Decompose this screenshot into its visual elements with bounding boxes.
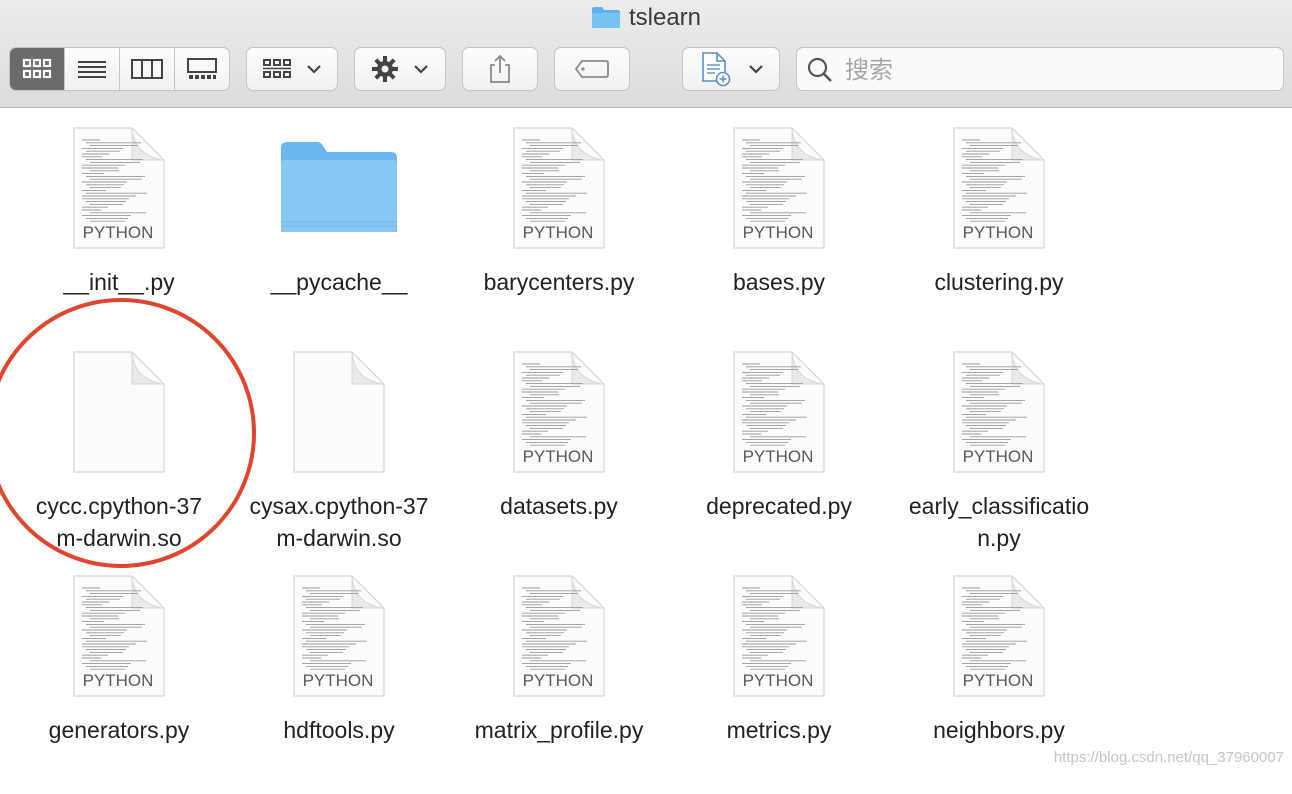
new-document-icon bbox=[702, 52, 731, 87]
file-name-label: datasets.py bbox=[500, 493, 618, 519]
icon-view-icon bbox=[22, 58, 52, 79]
tag-icon bbox=[574, 60, 609, 78]
file-kind-label: PYTHON bbox=[523, 447, 594, 466]
file-kind-label: PYTHON bbox=[743, 223, 814, 242]
icon-view-button[interactable] bbox=[10, 48, 65, 90]
file-kind-label: PYTHON bbox=[743, 447, 814, 466]
file-kind-label: PYTHON bbox=[963, 223, 1034, 242]
file-item[interactable]: PYTHON metrics.py bbox=[669, 574, 889, 794]
file-name-line: n.py bbox=[977, 525, 1021, 551]
file-item[interactable]: PYTHON matrix_profile.py bbox=[449, 574, 669, 794]
file-name-label: matrix_profile.py bbox=[474, 717, 644, 743]
chevron-down-icon bbox=[307, 65, 321, 74]
file-name-label: clustering.py bbox=[934, 269, 1064, 295]
file-name-line: m-darwin.so bbox=[276, 525, 402, 551]
python-file-icon: PYTHON bbox=[512, 350, 606, 479]
file-item[interactable]: __pycache__ bbox=[229, 126, 449, 346]
share-button[interactable] bbox=[462, 47, 538, 91]
column-view-button[interactable] bbox=[120, 48, 175, 90]
file-item[interactable]: PYTHON bases.py bbox=[669, 126, 889, 346]
group-by-button[interactable] bbox=[246, 47, 338, 91]
window-title: tslearn bbox=[0, 4, 1292, 36]
file-name-label: early_classificatio n.py bbox=[889, 490, 1109, 554]
file-name-line: cysax.cpython-37 bbox=[249, 493, 429, 519]
file-kind-label: PYTHON bbox=[963, 671, 1034, 690]
new-document-button[interactable] bbox=[682, 47, 780, 91]
column-view-icon bbox=[131, 59, 163, 79]
python-file-icon: PYTHON bbox=[512, 574, 606, 703]
file-item[interactable]: cysax.cpython-37 m-darwin.so bbox=[229, 350, 449, 570]
python-file-icon: PYTHON bbox=[952, 574, 1046, 703]
file-name-label: deprecated.py bbox=[706, 493, 852, 519]
finder-toolbar: tslearn bbox=[0, 0, 1292, 108]
python-file-icon: PYTHON bbox=[72, 574, 166, 703]
list-view-icon bbox=[78, 61, 106, 78]
chevron-down-icon bbox=[414, 65, 428, 74]
window-title-text: tslearn bbox=[628, 4, 702, 31]
file-kind-label: PYTHON bbox=[743, 671, 814, 690]
file-name-label: hdftools.py bbox=[283, 717, 395, 743]
file-kind-label: PYTHON bbox=[83, 223, 154, 242]
file-name-label: __pycache__ bbox=[270, 269, 408, 295]
python-file-icon: PYTHON bbox=[732, 574, 826, 703]
view-mode-segmented-control[interactable] bbox=[9, 47, 230, 91]
list-view-button[interactable] bbox=[65, 48, 120, 90]
folder-icon bbox=[591, 5, 621, 36]
python-file-icon: PYTHON bbox=[512, 126, 606, 255]
blank-file-icon bbox=[292, 350, 386, 479]
python-file-icon: PYTHON bbox=[952, 350, 1046, 479]
file-kind-label: PYTHON bbox=[523, 671, 594, 690]
file-item[interactable]: PYTHON barycenters.py bbox=[449, 126, 669, 346]
search-icon bbox=[807, 57, 832, 82]
search-field[interactable] bbox=[796, 47, 1284, 91]
file-kind-label: PYTHON bbox=[83, 671, 154, 690]
file-name-label: neighbors.py bbox=[933, 717, 1065, 743]
file-name-label: barycenters.py bbox=[483, 269, 635, 295]
file-name-label: metrics.py bbox=[726, 717, 832, 743]
watermark: https://blog.csdn.net/qq_37960007 bbox=[1053, 749, 1284, 766]
tag-button[interactable] bbox=[554, 47, 630, 91]
python-file-icon: PYTHON bbox=[732, 126, 826, 255]
group-grid-icon bbox=[263, 59, 291, 78]
python-file-icon: PYTHON bbox=[72, 126, 166, 255]
file-item[interactable]: PYTHON deprecated.py bbox=[669, 350, 889, 570]
file-item[interactable]: PYTHON hdftools.py bbox=[229, 574, 449, 794]
file-name-label: __init__.py bbox=[63, 269, 175, 295]
search-input[interactable] bbox=[843, 54, 1277, 86]
action-menu-button[interactable] bbox=[354, 47, 446, 91]
python-file-icon: PYTHON bbox=[292, 574, 386, 703]
file-item[interactable]: PYTHON generators.py bbox=[9, 574, 229, 794]
file-item[interactable]: PYTHON datasets.py bbox=[449, 350, 669, 570]
file-name-label: generators.py bbox=[48, 717, 190, 743]
gear-icon bbox=[372, 56, 398, 82]
file-item[interactable]: PYTHON early_classificatio n.py bbox=[889, 350, 1109, 570]
file-name-label: bases.py bbox=[732, 269, 826, 295]
file-kind-label: PYTHON bbox=[523, 223, 594, 242]
file-kind-label: PYTHON bbox=[963, 447, 1034, 466]
share-icon bbox=[490, 54, 510, 83]
folder-icon bbox=[277, 138, 401, 243]
file-name-line: early_classificatio bbox=[908, 493, 1090, 519]
python-file-icon: PYTHON bbox=[732, 350, 826, 479]
file-kind-label: PYTHON bbox=[303, 671, 374, 690]
file-name-label: cysax.cpython-37 m-darwin.so bbox=[229, 490, 449, 554]
file-item[interactable]: PYTHON clustering.py bbox=[889, 126, 1109, 346]
python-file-icon: PYTHON bbox=[952, 126, 1046, 255]
gallery-view-icon bbox=[187, 58, 217, 79]
gallery-view-button[interactable] bbox=[175, 48, 229, 90]
chevron-down-icon bbox=[749, 65, 763, 74]
